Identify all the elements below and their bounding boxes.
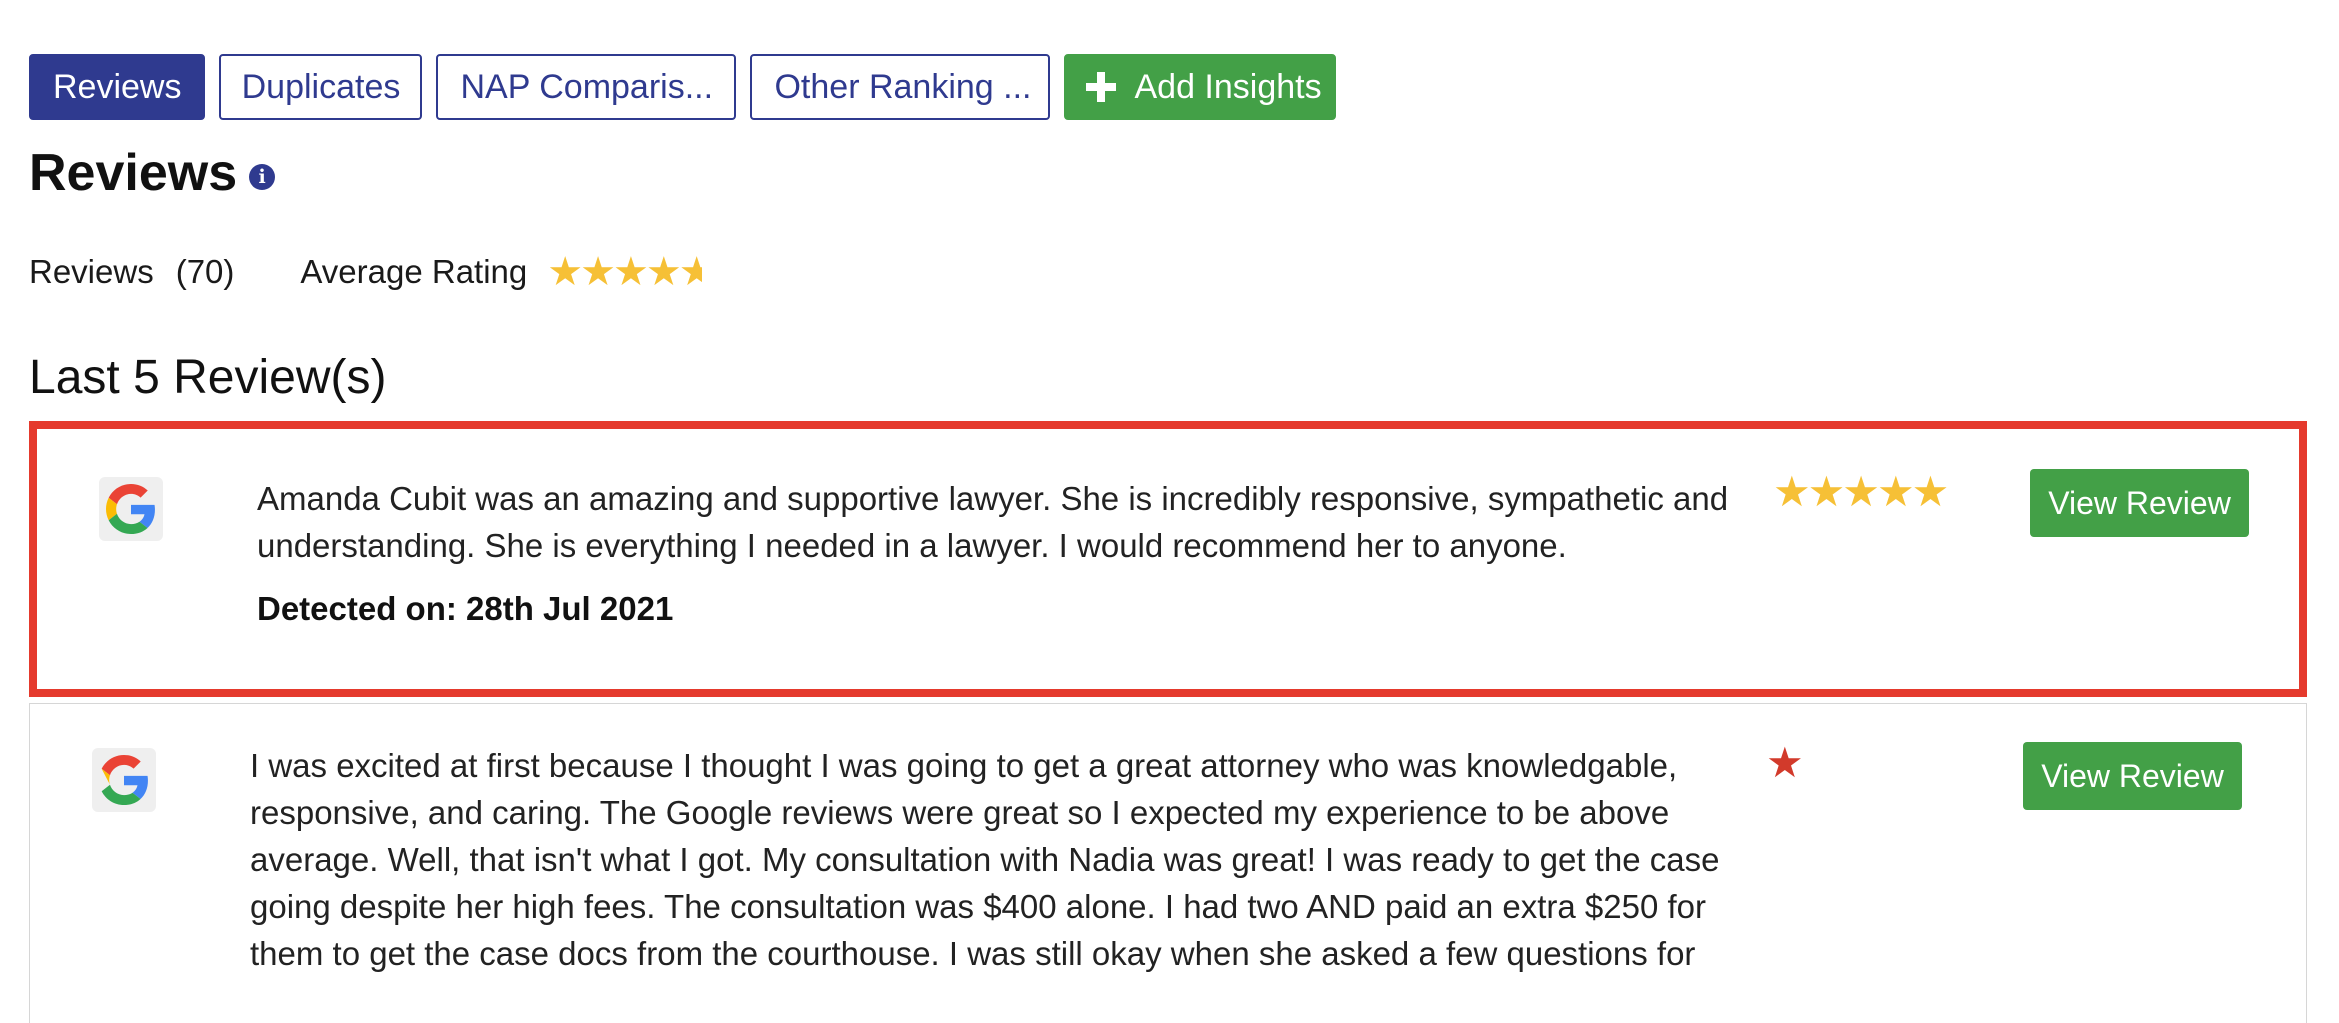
average-rating-stars-filled: ★★★★★ [547, 252, 703, 292]
add-insights-label: Add Insights [1134, 67, 1322, 106]
reviews-count-label: Reviews [29, 253, 154, 290]
average-rating-label: Average Rating [300, 253, 528, 290]
google-icon [99, 477, 163, 541]
average-rating-stars: ★★★★★ ★★★★★ [547, 252, 719, 292]
tab-reviews[interactable]: Reviews [29, 54, 206, 120]
detected-date: Detected on: 28th Jul 2021 [257, 590, 674, 627]
review-rating-stars: ★ [1766, 738, 1804, 787]
last-reviews-title: Last 5 Review(s) [29, 351, 387, 404]
tab-nap-comparison[interactable]: NAP Comparis... [436, 54, 737, 120]
review-card: I was excited at first because I thought… [29, 703, 2307, 1023]
view-review-button[interactable]: View Review [2023, 742, 2242, 810]
review-text: I was excited at first because I thought… [250, 747, 1720, 972]
page-title-text: Reviews [29, 144, 238, 202]
info-icon[interactable]: i [249, 164, 276, 190]
tab-other-ranking[interactable]: Other Ranking ... [750, 54, 1051, 120]
page-title: Reviews i [29, 143, 276, 203]
review-rating-stars: ★★★★★ [1773, 467, 1949, 516]
tab-duplicates[interactable]: Duplicates [219, 54, 423, 120]
review-text: Amanda Cubit was an amazing and supporti… [257, 480, 1729, 564]
tab-bar: Reviews Duplicates NAP Comparis... Other… [29, 54, 1337, 120]
insights-page: Reviews Duplicates NAP Comparis... Other… [0, 0, 2339, 1023]
plus-icon [1086, 72, 1117, 102]
google-icon [92, 748, 156, 812]
reviews-summary: Reviews (70) Average Rating ★★★★★ ★★★★★ [29, 252, 719, 292]
review-card: Amanda Cubit was an amazing and supporti… [29, 421, 2307, 697]
reviews-count: (70) [175, 253, 235, 290]
add-insights-button[interactable]: Add Insights [1064, 54, 1337, 120]
view-review-button[interactable]: View Review [2030, 469, 2249, 537]
